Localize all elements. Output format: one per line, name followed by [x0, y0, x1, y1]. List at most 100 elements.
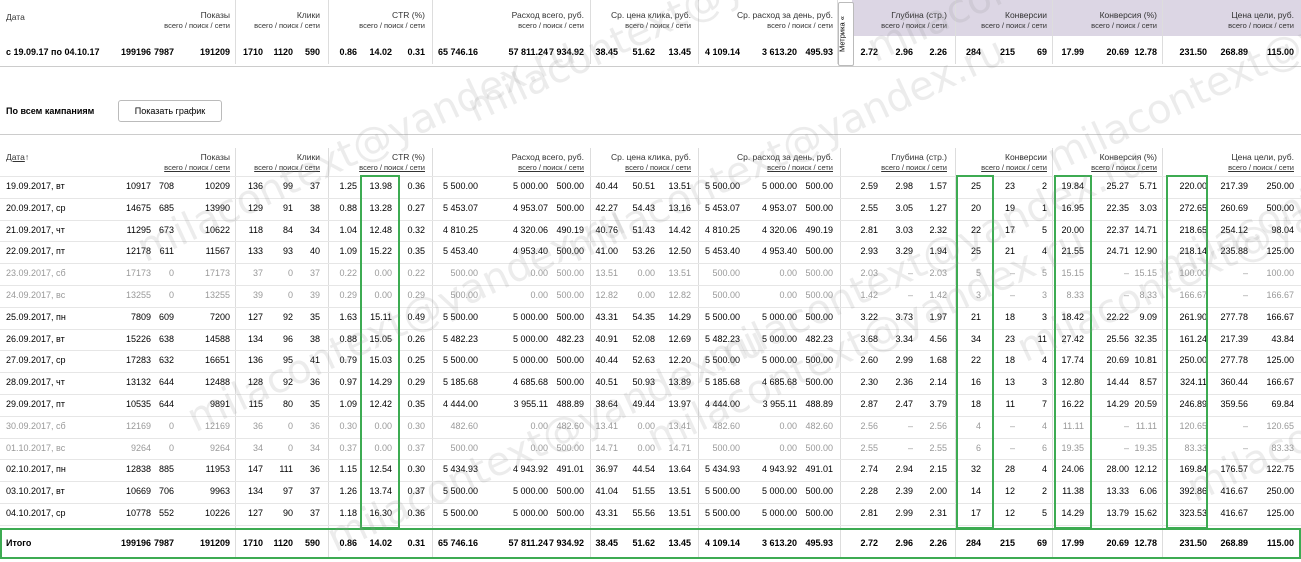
row-cell: 14.42: [668, 225, 691, 235]
row-cell: 500.00: [556, 377, 584, 387]
row-divider: [0, 503, 1301, 504]
table-header-goal_cost[interactable]: Цена цели, руб.: [1231, 152, 1294, 163]
row-cell: 235.88: [1220, 246, 1248, 256]
row-cell: 4: [1041, 355, 1047, 365]
table-subheader-conv_rate[interactable]: всего / поиск / сети: [1091, 163, 1157, 173]
row-cell: 1.04: [339, 225, 357, 235]
table-header-depth[interactable]: Глубина (стр.): [891, 152, 947, 163]
sort-arrow-icon: ↑: [24, 152, 30, 162]
summary-value: 12.78: [1134, 47, 1157, 57]
row-cell: 122.75: [1266, 464, 1294, 474]
row-cell: –: [1009, 268, 1015, 278]
table-header-clicks[interactable]: Клики: [297, 152, 320, 163]
row-cell: 4 685.68: [761, 377, 797, 387]
row-cell: –: [1123, 443, 1129, 453]
row-date: 20.09.2017, ср: [6, 203, 66, 213]
row-divider: [0, 285, 1301, 286]
table-subheader-depth[interactable]: всего / поиск / сети: [881, 163, 947, 173]
row-cell: 40.91: [595, 334, 618, 344]
row-cell: 39: [252, 290, 263, 300]
metrika-tab[interactable]: Метрика «: [838, 2, 854, 66]
show-chart-button[interactable]: Показать график: [118, 100, 222, 122]
row-cell: 1.42: [929, 290, 947, 300]
summary-header-goal_cost: Цена цели, руб.: [1231, 10, 1294, 20]
table-subheader-ctr[interactable]: всего / поиск / сети: [359, 163, 425, 173]
summary-subheader-ctr: всего / поиск / сети: [359, 21, 425, 30]
row-cell: 95: [282, 355, 293, 365]
row-cell: 12.50: [668, 246, 691, 256]
row-cell: 40: [309, 246, 320, 256]
row-cell: 12.20: [668, 355, 691, 365]
row-cell: –: [1242, 268, 1248, 278]
row-cell: 5 185.68: [704, 377, 740, 387]
row-cell: –: [907, 421, 913, 431]
table-header-cpc[interactable]: Ср. цена клика, руб.: [611, 152, 691, 163]
row-cell: 96: [282, 334, 293, 344]
row-cell: 83.33: [1271, 443, 1294, 453]
row-date: 21.09.2017, чт: [6, 225, 65, 235]
summary-value: 115.00: [1266, 47, 1294, 57]
row-cell: 147: [247, 464, 263, 474]
column-separator: [837, 0, 838, 64]
row-cell: 1.27: [929, 203, 947, 213]
table-subheader-daily_spend[interactable]: всего / поиск / сети: [767, 163, 833, 173]
row-cell: 0: [287, 268, 293, 278]
row-cell: 32.35: [1134, 334, 1157, 344]
row-cell: 3.73: [895, 312, 913, 322]
table-subheader-clicks[interactable]: всего / поиск / сети: [254, 163, 320, 173]
row-cell: 15.15: [1134, 268, 1157, 278]
table-header-conversions[interactable]: Конверсии: [1005, 152, 1047, 163]
row-cell: 2.28: [860, 486, 878, 496]
summary-value: 2.96: [895, 47, 913, 57]
column-separator: [590, 148, 591, 558]
table-subheader-impressions[interactable]: всего / поиск / сети: [164, 163, 230, 173]
row-cell: 50.51: [632, 181, 655, 191]
table-subheader-goal_cost[interactable]: всего / поиск / сети: [1228, 163, 1294, 173]
table-header-daily_spend[interactable]: Ср. расход за день, руб.: [737, 152, 833, 163]
table-header-impressions[interactable]: Показы: [201, 152, 230, 163]
row-cell: 2.93: [860, 246, 878, 256]
row-cell: 3.68: [860, 334, 878, 344]
table-subheader-spend[interactable]: всего / поиск / сети: [518, 163, 584, 173]
row-cell: 41.00: [595, 246, 618, 256]
table-subheader-cpc[interactable]: всего / поиск / сети: [625, 163, 691, 173]
row-cell: 5 000.00: [512, 334, 548, 344]
row-cell: 20.59: [1134, 399, 1157, 409]
row-cell: 12838: [125, 464, 151, 474]
row-cell: 2.60: [860, 355, 878, 365]
row-cell: 17283: [125, 355, 151, 365]
table-header-conv_rate[interactable]: Конверсия (%): [1100, 152, 1157, 163]
row-divider: [0, 481, 1301, 482]
row-cell: 41: [309, 355, 320, 365]
summary-header-ctr: CTR (%): [391, 10, 425, 20]
row-cell: 13.33: [1106, 486, 1129, 496]
row-cell: 37: [309, 508, 320, 518]
row-cell: 23: [1004, 334, 1015, 344]
row-divider: [0, 372, 1301, 373]
row-cell: 250.00: [1266, 486, 1294, 496]
row-cell: 1.94: [929, 246, 947, 256]
row-cell: 3: [1041, 377, 1047, 387]
table-header-ctr[interactable]: CTR (%): [392, 152, 425, 163]
row-cell: 1.09: [339, 399, 357, 409]
row-cell: 115: [248, 399, 263, 409]
row-cell: 133: [247, 246, 263, 256]
row-cell: 93: [282, 246, 293, 256]
column-separator: [955, 0, 956, 64]
row-cell: 13.51: [595, 268, 618, 278]
date-sort-header[interactable]: Дата↑: [6, 152, 29, 163]
table-subheader-conversions[interactable]: всего / поиск / сети: [981, 163, 1047, 173]
row-cell: 37: [309, 181, 320, 191]
row-cell: 5 000.00: [512, 486, 548, 496]
row-cell: 8.57: [1139, 377, 1157, 387]
row-cell: 13.51: [668, 181, 691, 191]
row-cell: 128: [247, 377, 263, 387]
row-cell: 0.00: [637, 421, 655, 431]
table-header-spend[interactable]: Расход всего, руб.: [512, 152, 584, 163]
column-separator: [235, 0, 236, 64]
row-date: 28.09.2017, чт: [6, 377, 65, 387]
row-divider: [0, 525, 1301, 526]
row-cell: 10778: [125, 508, 151, 518]
row-cell: 37: [309, 486, 320, 496]
row-cell: 92: [282, 312, 293, 322]
